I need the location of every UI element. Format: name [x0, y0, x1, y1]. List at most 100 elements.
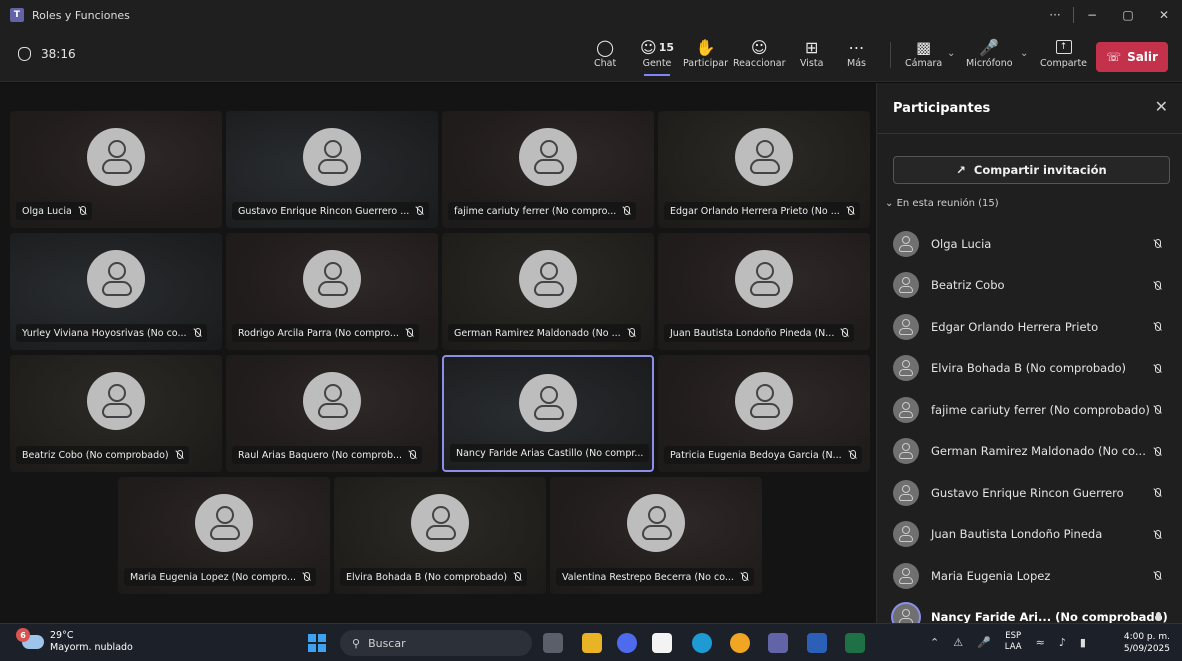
teams-icon[interactable] — [768, 633, 788, 653]
more-button[interactable]: ⋯ Más — [847, 36, 866, 70]
participant-row[interactable]: Edgar Orlando Herrera Prieto — [877, 306, 1182, 348]
share-invite-button[interactable]: ↗ Compartir invitación — [893, 156, 1170, 184]
excel-icon[interactable] — [845, 633, 865, 653]
avatar — [893, 396, 919, 423]
video-tile[interactable]: fajime cariuty ferrer (No compro... — [442, 111, 654, 228]
avatar — [411, 494, 469, 552]
language-indicator[interactable]: ESP LAA — [1005, 631, 1022, 653]
timer-text: 38:16 — [41, 47, 76, 61]
participant-row[interactable]: Gustavo Enrique Rincon Guerrero — [877, 472, 1182, 514]
mic-icon[interactable]: 🎤 — [977, 636, 991, 649]
participant-name: Gustavo Enrique Rincon Guerrero — [931, 485, 1124, 500]
video-tile[interactable]: Valentina Restrepo Becerra (No co... — [550, 477, 762, 594]
participant-name: Olga Lucia — [22, 205, 72, 217]
participant-row[interactable]: Elvira Bohada B (No comprobado) — [877, 348, 1182, 390]
word-icon[interactable] — [807, 633, 827, 653]
chevron-up-icon[interactable]: ⌃ — [930, 636, 939, 649]
participant-row[interactable]: Olga Lucia — [877, 223, 1182, 265]
participant-name: Edgar Orlando Herrera Prieto — [931, 319, 1099, 334]
participant-nameplate: Valentina Restrepo Becerra (No co... — [556, 568, 754, 586]
raise-hand-icon: ✋ — [695, 37, 716, 57]
participant-row[interactable]: Maria Eugenia Lopez — [877, 555, 1182, 597]
battery-icon[interactable]: ▮ — [1080, 636, 1086, 649]
minimize-button[interactable]: − — [1074, 8, 1110, 22]
volume-icon[interactable]: ♪ — [1059, 636, 1066, 649]
more-options-button[interactable]: ··· — [1037, 8, 1073, 22]
file-explorer-icon[interactable] — [582, 633, 602, 653]
video-tile-speaking[interactable]: Nancy Faride Arias Castillo (No compr... — [442, 355, 654, 472]
video-tile[interactable]: Olga Lucia — [10, 111, 222, 228]
leave-label: Salir — [1127, 50, 1158, 64]
taskbar: 6 29°C Mayorm. nublado ⚲ Buscar ⌃ ⚠ 🎤 ES… — [0, 623, 1182, 661]
microphone-button[interactable]: 🎤 Micrófono — [966, 36, 1013, 70]
people-count: 15 — [658, 40, 674, 54]
participant-row[interactable]: fajime cariuty ferrer (No comprobado) — [877, 389, 1182, 431]
temperature: 29°C — [50, 630, 74, 641]
close-icon[interactable]: ✕ — [1155, 97, 1168, 116]
mic-off-icon — [627, 328, 635, 338]
chrome-icon[interactable] — [730, 633, 750, 653]
window-controls: ··· − ▢ ✕ — [1037, 0, 1182, 30]
video-tile[interactable]: Raul Arias Baquero (No comprob... — [226, 355, 438, 472]
participant-list: Olga Lucia Beatriz Cobo Edgar Orlando He… — [877, 223, 1182, 638]
chat-button[interactable]: ◯ Chat — [594, 36, 617, 70]
people-label: Gente — [642, 58, 672, 69]
participant-nameplate: Raul Arias Baquero (No comprob... — [232, 446, 423, 464]
participant-row[interactable]: Beatriz Cobo — [877, 265, 1182, 307]
video-tile[interactable]: Rodrigo Arcila Parra (No compro... — [226, 233, 438, 350]
video-tile[interactable]: Maria Eugenia Lopez (No compro... — [118, 477, 330, 594]
in-meeting-section-toggle[interactable]: ⌄ En esta reunión (15) — [885, 198, 999, 209]
video-tile[interactable]: Gustavo Enrique Rincon Guerrero ... — [226, 111, 438, 228]
clock[interactable]: 4:00 p. m. 5/09/2025 — [1124, 631, 1170, 655]
camera-options-chevron-icon[interactable]: ⌄ — [947, 48, 955, 59]
avatar — [519, 374, 577, 432]
video-tile[interactable]: Patricia Eugenia Bedoya Garcia (N... — [658, 355, 870, 472]
maximize-button[interactable]: ▢ — [1110, 8, 1146, 22]
raise-hand-label: Participar — [683, 58, 729, 69]
start-button[interactable] — [308, 634, 326, 652]
keyboard-layout: LAA — [1004, 642, 1022, 652]
mic-off-icon — [405, 328, 413, 338]
video-tile[interactable]: Beatriz Cobo (No comprobado) — [10, 355, 222, 472]
video-tile[interactable]: Juan Bautista Londoño Pineda (N... — [658, 233, 870, 350]
copilot-icon[interactable] — [617, 633, 637, 653]
taskbar-search[interactable]: ⚲ Buscar — [340, 630, 532, 656]
network-off-icon[interactable]: ⚠ — [953, 636, 963, 649]
camera-button[interactable]: ▩ Cámara — [905, 36, 942, 70]
avatar — [519, 128, 577, 186]
view-button[interactable]: ⊞ Vista — [800, 36, 824, 70]
participant-row[interactable]: German Ramirez Maldonado (No co... — [877, 431, 1182, 473]
participant-nameplate: Gustavo Enrique Rincon Guerrero ... — [232, 202, 430, 220]
mic-options-chevron-icon[interactable]: ⌄ — [1020, 48, 1028, 59]
weather-widget[interactable]: 6 29°C Mayorm. nublado — [16, 628, 133, 654]
share-button[interactable]: ↑ Comparte — [1040, 36, 1087, 69]
shield-icon — [18, 47, 31, 61]
participant-name: Gustavo Enrique Rincon Guerrero ... — [238, 205, 410, 217]
close-window-button[interactable]: ✕ — [1146, 8, 1182, 22]
video-grid: Olga Lucia Gustavo Enrique Rincon Guerre… — [0, 83, 876, 623]
video-tile[interactable]: Elvira Bohada B (No comprobado) — [334, 477, 546, 594]
microphone-label: Micrófono — [966, 58, 1013, 69]
search-icon: ⚲ — [352, 636, 361, 650]
people-button[interactable]: ☺ 15 Gente — [640, 36, 674, 76]
store-icon[interactable] — [652, 633, 672, 653]
view-label: Vista — [800, 58, 824, 69]
participant-name: Beatriz Cobo — [931, 278, 1005, 293]
react-button[interactable]: ☺ Reaccionar — [733, 36, 786, 70]
edge-icon[interactable] — [692, 633, 712, 653]
weather-badge: 6 — [16, 628, 30, 642]
teams-logo-icon: T — [10, 8, 24, 22]
video-tile[interactable]: German Ramirez Maldonado (No ... — [442, 233, 654, 350]
video-tile[interactable]: Edgar Orlando Herrera Prieto (No ... — [658, 111, 870, 228]
participant-name: Juan Bautista Londoño Pineda (N... — [670, 327, 835, 339]
task-view-icon[interactable] — [543, 633, 563, 653]
leave-button[interactable]: ☏ Salir — [1096, 42, 1168, 72]
wifi-icon[interactable]: ≈ — [1036, 636, 1045, 649]
video-tile[interactable]: Yurley Viviana Hoyosrivas (No co... — [10, 233, 222, 350]
participant-nameplate: Edgar Orlando Herrera Prieto (No ... — [664, 202, 860, 220]
chat-label: Chat — [594, 58, 617, 69]
participant-row[interactable]: Juan Bautista Londoño Pineda — [877, 514, 1182, 556]
mic-off-icon — [302, 572, 310, 582]
raise-hand-button[interactable]: ✋ Participar — [683, 36, 729, 70]
participant-name: Maria Eugenia Lopez (No compro... — [130, 571, 296, 583]
